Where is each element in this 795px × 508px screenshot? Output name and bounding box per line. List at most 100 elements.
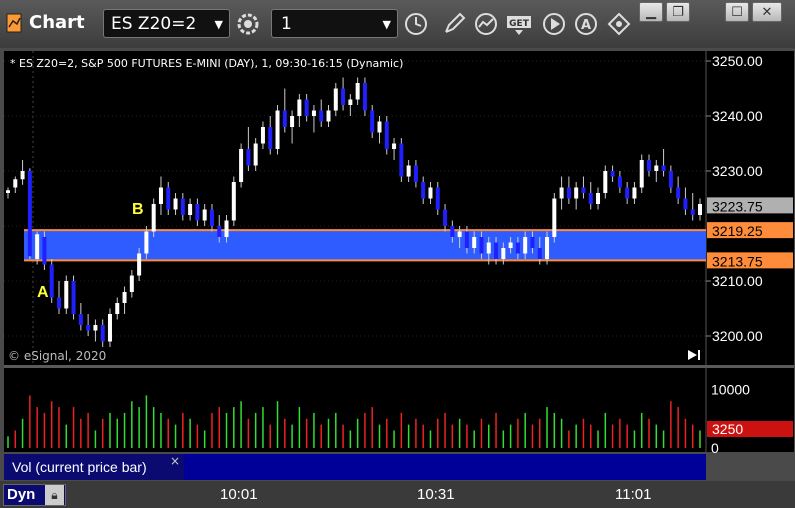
candle-body: [326, 110, 331, 122]
interval-value: 1: [281, 14, 292, 34]
candle-body: [472, 237, 477, 248]
candle-body: [494, 242, 499, 259]
candle-body: [486, 242, 491, 254]
candle-body: [158, 187, 163, 204]
candle-body: [574, 187, 579, 199]
candle-body: [639, 160, 644, 188]
candle-body: [173, 198, 178, 210]
candle-body: [56, 297, 61, 309]
candle-body: [107, 314, 112, 342]
candle-body: [370, 110, 375, 133]
candle-body: [71, 281, 76, 314]
candle-body: [625, 187, 630, 199]
candle-body: [333, 88, 338, 111]
price-badge-label: 3213.75: [712, 253, 763, 269]
candle-body: [384, 121, 389, 149]
candle-body: [195, 204, 200, 221]
candle-body: [559, 187, 564, 199]
candle-body: [698, 204, 702, 215]
candle-body: [188, 204, 193, 215]
candle-body: [166, 187, 171, 210]
dyn-label: Dyn: [7, 486, 36, 503]
time-tick-1: 10:31: [417, 486, 455, 503]
candle-body: [479, 237, 484, 254]
candle-body: [202, 209, 207, 221]
lock-icon[interactable]: 🔒︎: [45, 485, 64, 505]
chevron-down-icon[interactable]: ▼: [383, 10, 391, 39]
play-icon[interactable]: [539, 9, 569, 38]
candle-body: [537, 248, 542, 259]
restore-icon[interactable]: ❐: [666, 2, 690, 22]
candle-body: [13, 179, 18, 188]
candle-body: [523, 237, 528, 254]
candle-body: [86, 325, 91, 331]
candle-body: [268, 127, 273, 149]
candle-body: [304, 99, 309, 116]
volume-title: Vol (current price bar): [12, 459, 147, 475]
studies-icon[interactable]: [471, 9, 501, 38]
candle-body: [421, 182, 426, 199]
candle-body: [137, 253, 142, 276]
symbol-input[interactable]: ES Z20=2 ▼: [103, 9, 230, 38]
price-tick-label: 3230.00: [712, 163, 763, 179]
svg-text:GET: GET: [509, 19, 530, 29]
candle-body: [239, 149, 244, 182]
minimize-icon[interactable]: ▁: [639, 2, 663, 22]
candle-body: [428, 187, 433, 199]
candle-body: [282, 110, 287, 127]
candle-body: [260, 127, 265, 144]
symbol-settings-icon[interactable]: [233, 9, 263, 38]
draw-pencil-icon[interactable]: [439, 9, 469, 38]
candle-body: [647, 160, 652, 171]
candle-body: [78, 314, 83, 325]
candle-body: [319, 110, 324, 122]
svg-text:A: A: [581, 18, 591, 33]
close-icon[interactable]: ×: [170, 454, 180, 468]
copyright: © eSignal, 2020: [8, 349, 106, 363]
maximize-icon[interactable]: ☐: [725, 2, 749, 22]
volume-current-badge: 3250: [707, 421, 793, 437]
candle-body: [581, 187, 586, 193]
candle-body: [64, 281, 69, 309]
price-badges: 3223.75 3219.25 3213.75: [707, 197, 793, 269]
clock-icon[interactable]: [401, 9, 431, 38]
app-icon: [6, 12, 24, 34]
alert-icon[interactable]: A: [571, 9, 601, 38]
diamond-tool-icon[interactable]: [604, 9, 634, 38]
close-icon[interactable]: ✕: [752, 2, 782, 22]
highlight-zone: [24, 230, 706, 261]
time-tick-0: 10:01: [220, 486, 258, 503]
candle-body: [253, 143, 258, 166]
chart-header: * ES Z20=2, S&P 500 FUTURES E-MINI (DAY)…: [10, 57, 403, 70]
candle-body: [632, 187, 637, 199]
candle-body: [217, 226, 222, 237]
candle-body: [6, 190, 10, 193]
interval-input[interactable]: 1 ▼: [271, 9, 398, 38]
price-tick-label: 3210.00: [712, 273, 763, 289]
chevron-down-icon[interactable]: ▼: [215, 10, 223, 39]
price-tick-label: 3250.00: [712, 53, 763, 69]
get-data-icon[interactable]: GET: [505, 9, 535, 38]
candle-body: [27, 171, 32, 257]
volume-tick-label: 10000: [711, 382, 750, 398]
chart-area[interactable]: * ES Z20=2, S&P 500 FUTURES E-MINI (DAY)…: [0, 48, 795, 481]
candle-body: [122, 292, 127, 303]
candle-body: [435, 187, 440, 210]
candle-body: [144, 231, 149, 254]
candle-body: [668, 171, 673, 188]
candle-body: [450, 226, 455, 237]
candle-body: [676, 187, 681, 199]
candle-body: [610, 171, 615, 177]
time-tick-2: 11:01: [615, 486, 652, 503]
candle-body: [566, 187, 571, 199]
candle-body: [246, 149, 251, 166]
candle-body: [355, 83, 360, 100]
candle-body: [297, 99, 302, 116]
dyn-button[interactable]: Dyn 🔒︎: [3, 484, 66, 506]
price-badge-label: 3223.75: [712, 198, 763, 214]
candle-body: [530, 237, 535, 248]
candle-body: [661, 165, 666, 171]
candle-body: [35, 234, 40, 259]
label-a: A: [37, 284, 49, 301]
candle-body: [290, 116, 295, 127]
